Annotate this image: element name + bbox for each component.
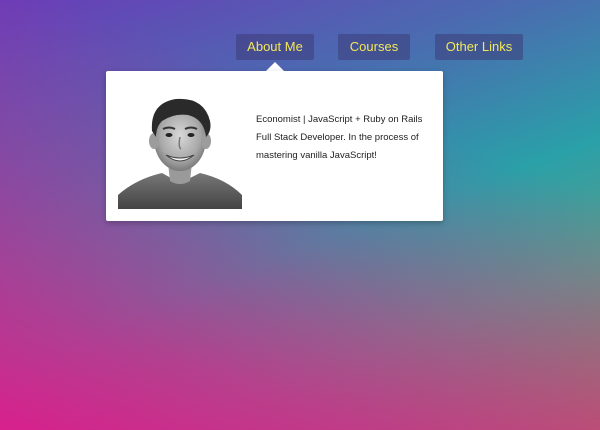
bio-text: Economist | JavaScript + Ruby on Rails F… [256, 114, 423, 161]
about-me-dropdown: Economist | JavaScript + Ruby on Rails F… [106, 71, 443, 221]
top-nav: About Me Courses Other Links [0, 0, 600, 70]
nav-other-links[interactable]: Other Links [435, 34, 523, 60]
dropdown-arrow [266, 62, 284, 71]
profile-photo [118, 91, 242, 209]
nav-courses[interactable]: Courses [338, 34, 410, 60]
nav-about-me[interactable]: About Me [236, 34, 314, 60]
